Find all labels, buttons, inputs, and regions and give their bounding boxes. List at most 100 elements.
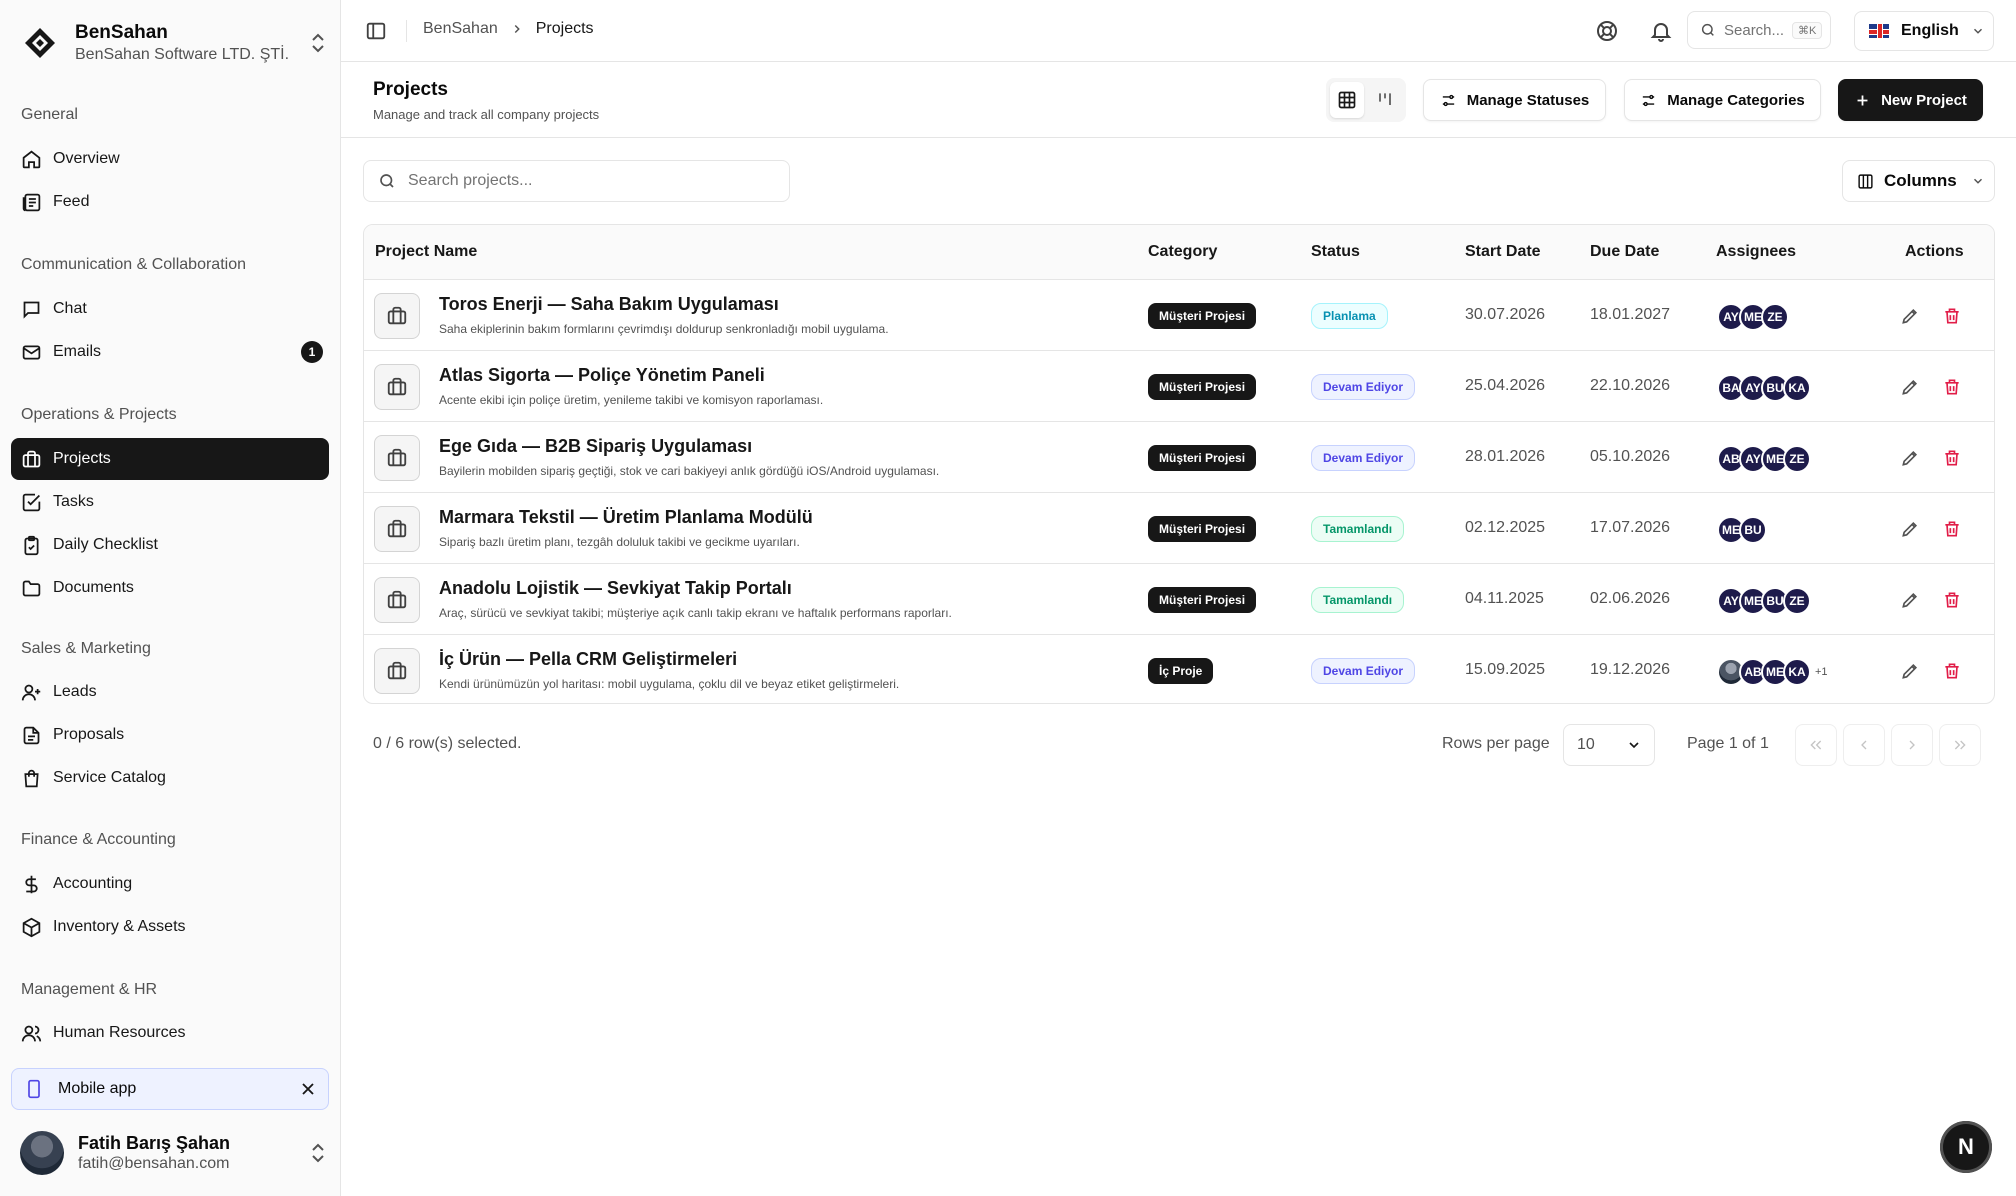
assignee-avatar: BU — [1739, 516, 1767, 544]
project-name[interactable]: Atlas Sigorta — Poliçe Yönetim Paneli — [439, 365, 765, 386]
selection-count: 0 / 6 row(s) selected. — [373, 735, 522, 752]
mobile-app-label: Mobile app — [58, 1080, 137, 1097]
search-placeholder: Search... — [1724, 21, 1785, 39]
sidebar-item-documents[interactable]: Documents — [11, 567, 329, 609]
project-name[interactable]: Anadolu Lojistik — Sevkiyat Takip Portal… — [439, 578, 792, 599]
table-row[interactable]: Ege Gıda — B2B Sipariş Uygulaması Bayile… — [364, 422, 1994, 493]
close-icon[interactable] — [298, 1079, 318, 1099]
bell-icon[interactable] — [1649, 19, 1673, 43]
page-header: Projects Manage and track all company pr… — [341, 62, 2016, 138]
assignee-stack: AY ME BU ZE — [1717, 587, 1811, 615]
project-name[interactable]: İç Ürün — Pella CRM Geliştirmeleri — [439, 649, 737, 670]
breadcrumb-home[interactable]: BenSahan — [423, 20, 498, 38]
next-page-button[interactable] — [1891, 724, 1933, 766]
sidebar-item-inventory[interactable]: Inventory & Assets — [11, 906, 329, 948]
search-icon — [1701, 23, 1714, 36]
header-start-date[interactable]: Start Date — [1465, 243, 1541, 261]
page-subtitle: Manage and track all company projects — [373, 107, 600, 122]
language-select[interactable]: English — [1854, 11, 1994, 51]
file-text-icon — [23, 726, 40, 744]
rows-per-page-select[interactable]: 10 — [1563, 724, 1655, 766]
columns-icon — [1858, 173, 1873, 189]
header-due-date[interactable]: Due Date — [1590, 243, 1659, 261]
sidebar-item-daily-checklist[interactable]: Daily Checklist — [11, 524, 329, 566]
sidebar-item-emails[interactable]: Emails 1 — [11, 331, 329, 373]
project-name[interactable]: Marmara Tekstil — Üretim Planlama Modülü — [439, 507, 813, 528]
manage-statuses-button[interactable]: Manage Statuses — [1423, 79, 1606, 121]
delete-icon[interactable] — [1942, 448, 1962, 468]
start-date: 04.11.2025 — [1465, 590, 1544, 607]
edit-icon[interactable] — [1900, 306, 1920, 326]
sidebar-item-chat[interactable]: Chat — [11, 288, 329, 330]
sidebar-item-label: Documents — [53, 579, 134, 596]
sidebar-item-label: Chat — [53, 300, 87, 317]
edit-icon[interactable] — [1900, 377, 1920, 397]
user-menu[interactable]: Fatih Barış Şahan fatih@bensahan.com — [20, 1130, 330, 1176]
sidebar-item-proposals[interactable]: Proposals — [11, 714, 329, 756]
project-search-placeholder: Search projects... — [408, 172, 533, 189]
briefcase-icon — [374, 506, 420, 552]
new-project-button[interactable]: New Project — [1838, 79, 1983, 121]
mobile-app-banner[interactable]: Mobile app — [11, 1068, 329, 1110]
first-page-button[interactable] — [1795, 724, 1837, 766]
project-description: Sipariş bazlı üretim planı, tezgâh dolul… — [439, 535, 800, 549]
delete-icon[interactable] — [1942, 519, 1962, 539]
chevrons-up-down-icon — [312, 1143, 324, 1163]
header-project-name[interactable]: Project Name — [375, 243, 477, 261]
header-category[interactable]: Category — [1148, 243, 1217, 261]
assistant-button[interactable]: N — [1940, 1121, 1992, 1173]
sidebar-item-service-catalog[interactable]: Service Catalog — [11, 757, 329, 799]
delete-icon[interactable] — [1942, 377, 1962, 397]
last-page-button[interactable] — [1939, 724, 1981, 766]
chevron-down-icon — [1973, 178, 1982, 184]
org-switcher[interactable]: BenSahan BenSahan Software LTD. ŞTİ. — [20, 18, 330, 68]
table-row[interactable]: İç Ürün — Pella CRM Geliştirmeleri Kendi… — [364, 635, 1994, 703]
edit-icon[interactable] — [1900, 448, 1920, 468]
delete-icon[interactable] — [1942, 590, 1962, 610]
sidebar-item-human-resources[interactable]: Human Resources — [11, 1012, 329, 1054]
start-date: 15.09.2025 — [1465, 661, 1546, 678]
delete-icon[interactable] — [1942, 661, 1962, 681]
new-project-label: New Project — [1881, 91, 1967, 109]
project-name[interactable]: Toros Enerji — Saha Bakım Uygulaması — [439, 294, 779, 315]
columns-button[interactable]: Columns — [1842, 160, 1995, 202]
page-title: Projects — [373, 79, 448, 100]
sidebar-item-label: Overview — [53, 150, 120, 167]
sidebar-item-accounting[interactable]: Accounting — [11, 863, 329, 905]
header-status[interactable]: Status — [1311, 243, 1360, 261]
table-row[interactable]: Toros Enerji — Saha Bakım Uygulaması Sah… — [364, 280, 1994, 351]
section-general: General — [21, 106, 78, 123]
home-icon — [22, 150, 41, 168]
table-header: Project Name Category Status Start Date … — [364, 225, 1994, 280]
breadcrumb: BenSahan Projects — [423, 20, 594, 38]
table-row[interactable]: Atlas Sigorta — Poliçe Yönetim Paneli Ac… — [364, 351, 1994, 422]
org-name: BenSahan — [75, 22, 168, 43]
chevrons-up-down-icon — [312, 33, 324, 53]
sidebar-toggle-icon[interactable] — [365, 20, 387, 42]
search-shortcut: ⌘K — [1792, 21, 1823, 39]
global-search[interactable]: Search... ⌘K — [1687, 11, 1831, 49]
edit-icon[interactable] — [1900, 590, 1920, 610]
rows-per-page-value: 10 — [1577, 736, 1595, 753]
manage-categories-button[interactable]: Manage Categories — [1624, 79, 1821, 121]
sidebar-item-overview[interactable]: Overview — [11, 138, 329, 180]
project-name[interactable]: Ege Gıda — B2B Sipariş Uygulaması — [439, 436, 752, 457]
table-view-button[interactable] — [1330, 82, 1364, 118]
table-row[interactable]: Marmara Tekstil — Üretim Planlama Modülü… — [364, 493, 1994, 564]
help-icon[interactable] — [1595, 19, 1619, 43]
user-email: fatih@bensahan.com — [78, 1155, 230, 1172]
edit-icon[interactable] — [1900, 661, 1920, 681]
project-description: Acente ekibi için poliçe üretim, yenilem… — [439, 393, 824, 407]
previous-page-button[interactable] — [1843, 724, 1885, 766]
sidebar-item-projects[interactable]: Projects — [11, 438, 329, 480]
briefcase-icon — [374, 364, 420, 410]
kanban-view-button[interactable] — [1368, 82, 1402, 118]
edit-icon[interactable] — [1900, 519, 1920, 539]
sidebar-item-tasks[interactable]: Tasks — [11, 481, 329, 523]
sidebar-item-feed[interactable]: Feed — [11, 181, 329, 223]
project-search-input[interactable]: Search projects... — [363, 160, 790, 202]
project-description: Kendi ürünümüzün yol haritası: mobil uyg… — [439, 677, 900, 691]
delete-icon[interactable] — [1942, 306, 1962, 326]
table-row[interactable]: Anadolu Lojistik — Sevkiyat Takip Portal… — [364, 564, 1994, 635]
sidebar-item-leads[interactable]: Leads — [11, 671, 329, 713]
